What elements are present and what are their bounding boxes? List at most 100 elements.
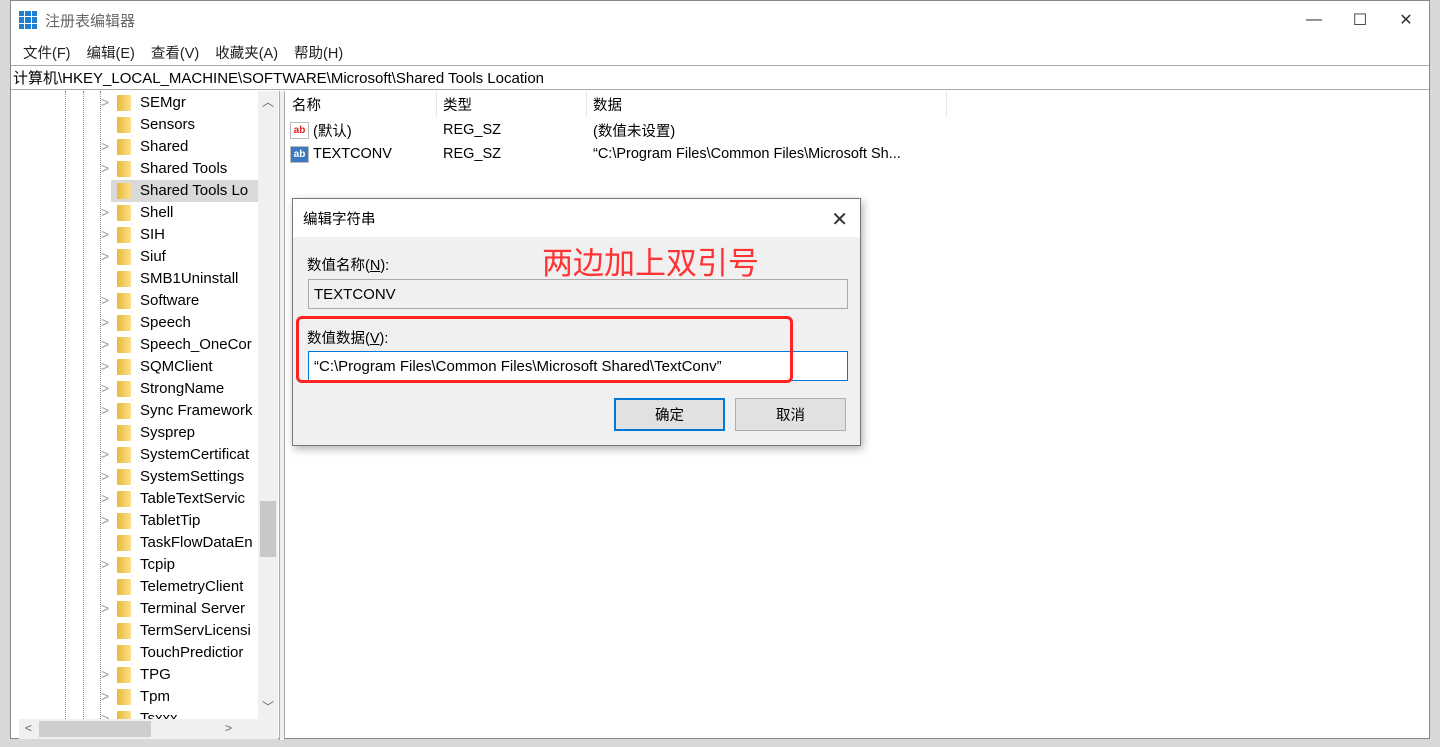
tree-item[interactable]: > Sync Framework — [11, 400, 258, 422]
tree-item[interactable]: > Tsxxx — [11, 708, 258, 719]
tree-item-label: Shared Tools Lo — [140, 182, 249, 199]
tree-item[interactable]: TermServLicensi — [11, 620, 258, 642]
tree-vertical-scrollbar[interactable]: ︿ ﹀ — [258, 91, 278, 719]
value-row[interactable]: ab (默认) REG_SZ (数值未设置) — [286, 118, 946, 142]
tree-item[interactable]: Sensors — [11, 114, 258, 136]
tree-item[interactable]: > Terminal Server — [11, 598, 258, 620]
menu-view[interactable]: 查看(V) — [143, 42, 207, 63]
scroll-up-arrow[interactable]: ︿ — [262, 93, 274, 110]
chevron-right-icon[interactable]: > — [101, 94, 109, 110]
tree-item[interactable]: > TableTextServic — [11, 488, 258, 510]
tree-item[interactable]: Sysprep — [11, 422, 258, 444]
chevron-right-icon[interactable]: > — [101, 710, 109, 719]
tree-item[interactable]: > Shared Tools — [11, 158, 258, 180]
registry-tree: > SEMgr Sensors > Shared > Shared Tools Shared … — [11, 91, 278, 719]
maximize-button[interactable]: ☐ — [1337, 1, 1383, 39]
ok-button[interactable]: 确定 — [614, 398, 725, 431]
tree-item[interactable]: > Software — [11, 290, 258, 312]
chevron-right-icon[interactable]: > — [101, 336, 109, 352]
tree-item[interactable]: Shared Tools Lo — [111, 180, 258, 202]
chevron-right-icon[interactable]: > — [101, 138, 109, 154]
folder-icon — [117, 271, 131, 287]
chevron-right-icon[interactable]: > — [101, 358, 109, 374]
tree-item-label: SQMClient — [140, 358, 213, 375]
tree-item-label: TermServLicensi — [140, 622, 251, 639]
folder-icon — [117, 447, 131, 463]
tree-item[interactable]: > Speech_OneCor — [11, 334, 258, 356]
folder-icon — [117, 205, 131, 221]
chevron-right-icon[interactable]: > — [101, 556, 109, 572]
tree-item[interactable]: > TPG — [11, 664, 258, 686]
menu-file[interactable]: 文件(F) — [15, 42, 79, 63]
value-name: (默认) — [313, 123, 352, 140]
tree-horizontal-scroll-thumb[interactable] — [39, 721, 151, 737]
tree-item[interactable]: > Shell — [11, 202, 258, 224]
folder-icon — [117, 95, 131, 111]
tree-item[interactable]: > SQMClient — [11, 356, 258, 378]
tree-item[interactable]: > Speech — [11, 312, 258, 334]
tree-item[interactable]: > StrongName — [11, 378, 258, 400]
scroll-right-arrow[interactable]: > — [225, 721, 232, 735]
chevron-right-icon[interactable]: > — [101, 402, 109, 418]
chevron-right-icon[interactable]: > — [101, 468, 109, 484]
column-header-data[interactable]: 数据 — [587, 91, 947, 117]
tree-item[interactable]: > Tpm — [11, 686, 258, 708]
chevron-right-icon[interactable]: > — [101, 688, 109, 704]
value-name-label: 数值名称(N): — [307, 258, 390, 274]
tree-horizontal-scrollbar[interactable]: < > — [19, 719, 278, 739]
tree-vertical-scroll-thumb[interactable] — [260, 501, 276, 557]
chevron-right-icon[interactable]: > — [101, 204, 109, 220]
folder-icon — [117, 469, 131, 485]
tree-item[interactable]: > TabletTip — [11, 510, 258, 532]
tree-item[interactable]: TouchPredictior — [11, 642, 258, 664]
tree-item-label: Terminal Server — [140, 600, 246, 617]
tree-item-label: SMB1Uninstall — [140, 270, 239, 287]
tree-item[interactable]: TaskFlowDataEn — [11, 532, 258, 554]
menu-favorites[interactable]: 收藏夹(A) — [207, 42, 286, 63]
folder-icon — [117, 161, 131, 177]
tree-item[interactable]: > Shared — [11, 136, 258, 158]
tree-item-label: Tsxxx — [140, 710, 178, 719]
menu-help[interactable]: 帮助(H) — [286, 42, 351, 63]
folder-icon — [117, 403, 131, 419]
string-value-icon: ab — [290, 121, 309, 139]
dialog-close-icon[interactable]: ✕ — [831, 207, 848, 232]
chevron-right-icon[interactable]: > — [101, 380, 109, 396]
tree-item[interactable]: > SEMgr — [11, 92, 258, 114]
tree-item[interactable]: > Siuf — [11, 246, 258, 268]
tree-item-label: TelemetryClient — [140, 578, 244, 595]
address-bar[interactable]: 计算机\HKEY_LOCAL_MACHINE\SOFTWARE\Microsof… — [11, 65, 1429, 90]
scroll-left-arrow[interactable]: < — [25, 721, 32, 735]
tree-item[interactable]: > Tcpip — [11, 554, 258, 576]
menu-edit[interactable]: 编辑(E) — [79, 42, 143, 63]
scroll-down-arrow[interactable]: ﹀ — [262, 698, 274, 715]
value-row[interactable]: ab TEXTCONV REG_SZ “C:\Program Files\Com… — [286, 142, 946, 166]
folder-icon — [117, 579, 131, 595]
column-header-type[interactable]: 类型 — [437, 91, 587, 117]
tree-item[interactable]: TelemetryClient — [11, 576, 258, 598]
chevron-right-icon[interactable]: > — [101, 490, 109, 506]
chevron-right-icon[interactable]: > — [101, 248, 109, 264]
tree-item-label: SystemSettings — [140, 468, 245, 485]
chevron-right-icon[interactable]: > — [101, 314, 109, 330]
tree-item[interactable]: > SystemSettings — [11, 466, 258, 488]
chevron-right-icon[interactable]: > — [101, 600, 109, 616]
chevron-right-icon[interactable]: > — [101, 160, 109, 176]
column-header-name[interactable]: 名称 — [286, 91, 437, 117]
close-button[interactable]: ✕ — [1383, 1, 1429, 39]
chevron-right-icon[interactable]: > — [101, 292, 109, 308]
chevron-right-icon[interactable]: > — [101, 666, 109, 682]
pane-splitter[interactable] — [279, 91, 285, 740]
tree-item[interactable]: SMB1Uninstall — [11, 268, 258, 290]
tree-item[interactable]: > SystemCertificat — [11, 444, 258, 466]
tree-item-label: Siuf — [140, 248, 166, 265]
folder-icon — [117, 711, 131, 719]
tree-item[interactable]: > SIH — [11, 224, 258, 246]
chevron-right-icon[interactable]: > — [101, 512, 109, 528]
cancel-button[interactable]: 取消 — [735, 398, 846, 431]
minimize-button[interactable]: — — [1291, 1, 1337, 39]
chevron-right-icon[interactable]: > — [101, 226, 109, 242]
folder-icon — [117, 601, 131, 617]
folder-icon — [117, 623, 131, 639]
chevron-right-icon[interactable]: > — [101, 446, 109, 462]
